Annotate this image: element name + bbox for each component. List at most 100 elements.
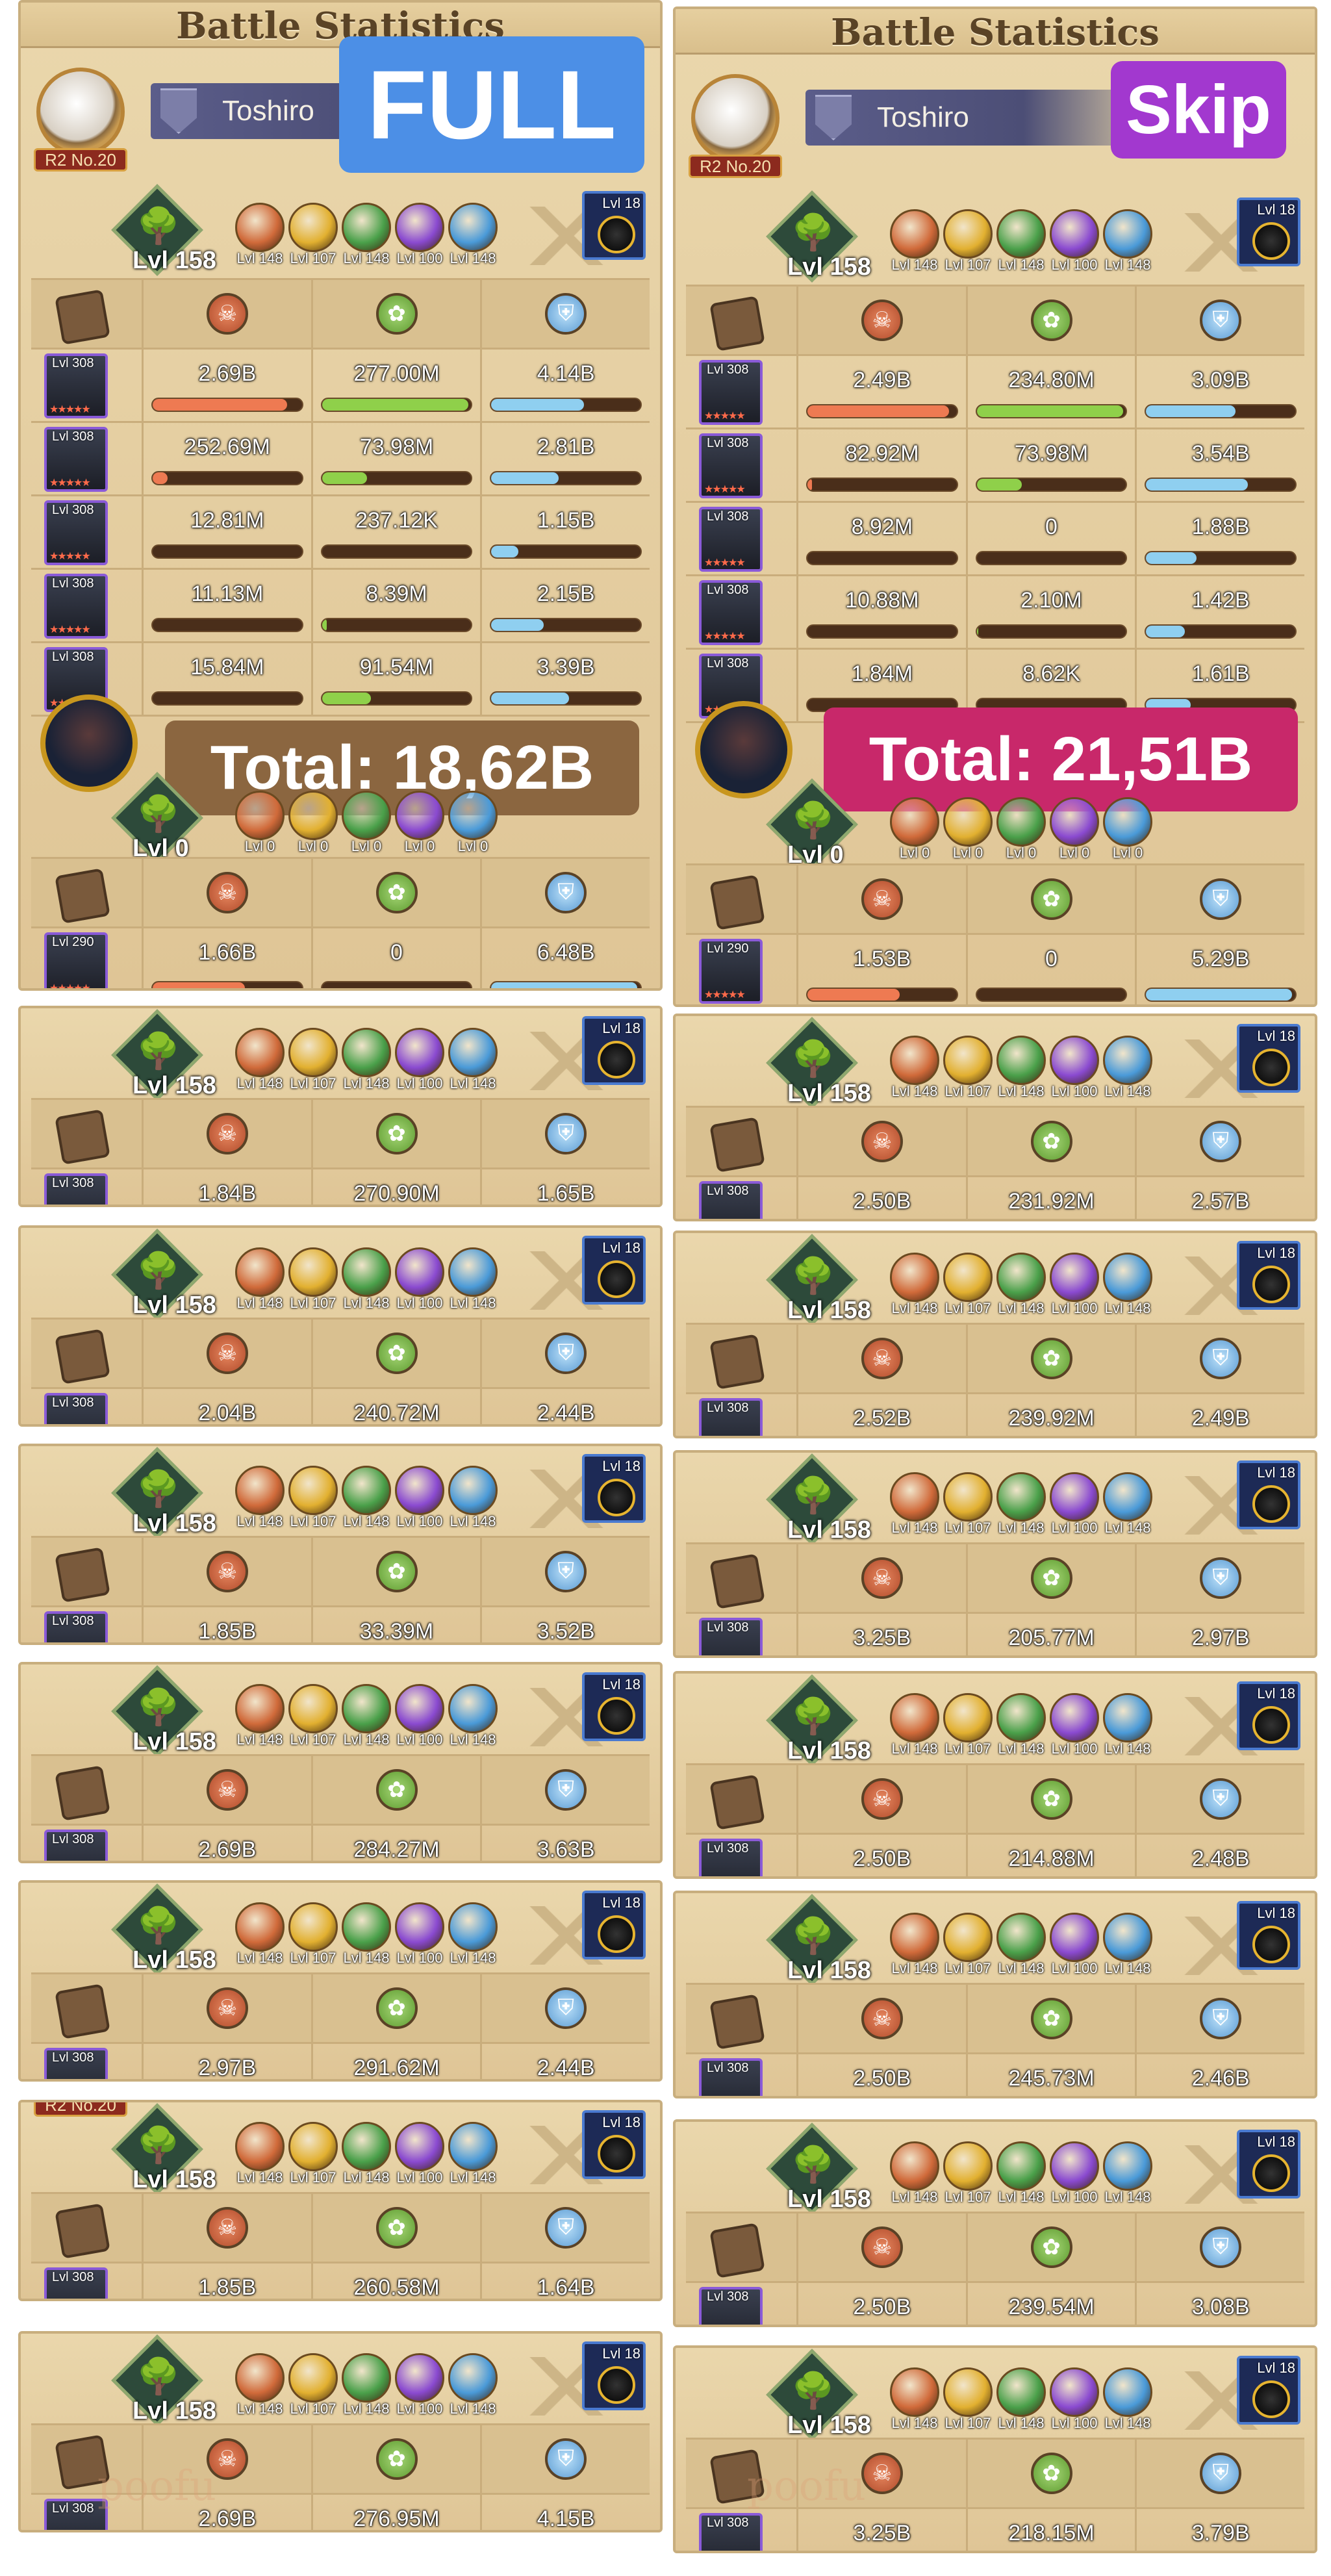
beast-portrait[interactable]: Lvl 18	[582, 1672, 646, 1741]
hero-portrait[interactable]: Lvl 308★★★★★	[44, 1173, 108, 1205]
hero-portrait[interactable]: Lvl 308★★★★★	[699, 2513, 763, 2551]
hero-portrait[interactable]: Lvl 308★★★★★	[44, 1830, 108, 1861]
beast-portrait[interactable]: Lvl 18	[582, 2110, 646, 2179]
stat-glyph: ⛨	[557, 1340, 574, 1365]
stat-header-cell: ☠	[796, 1108, 966, 1175]
hero-portrait[interactable]: Lvl 308★★★★★	[44, 1611, 108, 1642]
hero-level: Lvl 308	[52, 429, 94, 444]
orb-level: Lvl 148	[343, 250, 390, 266]
hero-portrait[interactable]: Lvl 308★★★★★	[699, 1618, 763, 1655]
stat-header-cell: ✿	[965, 865, 1135, 933]
element-orb-icon: Lvl 100	[1050, 1036, 1099, 1099]
tree-icon: 🌳	[791, 2371, 835, 2410]
beast-portrait[interactable]: Lvl 18	[582, 1454, 646, 1523]
stat-glyph: ⛨	[1212, 307, 1229, 332]
hero-portrait[interactable]: Lvl 308★★★★★	[699, 2058, 763, 2096]
orb-level: Lvl 107	[944, 1300, 991, 1316]
hero-portrait[interactable]: Lvl 290 ★★★★★	[699, 939, 763, 1004]
element-orb-icon: Lvl 0	[890, 797, 939, 861]
hero-portrait[interactable]: Lvl 308★★★★★	[44, 2267, 108, 2299]
damage-taken-value: 4.14B	[537, 361, 595, 386]
stat-cell: 2.44B	[480, 1389, 650, 1424]
hero-stat-row: Lvl 308★★★★★ 1.85B 260.58M 1.64B	[31, 2264, 650, 2299]
enemy-avatar[interactable]	[695, 701, 792, 798]
shield-icon: ⛨	[545, 1987, 587, 2029]
scroll-cell	[686, 1108, 796, 1175]
stat-cell: 1.15B	[480, 496, 650, 568]
scroll-icon	[55, 289, 110, 345]
orb-level: Lvl 107	[290, 1731, 336, 1748]
team-row: 🌳 Lvl 158 Lvl 148 Lvl 107 Lvl 148 Lvl 100 Lvl …	[21, 1009, 660, 1107]
element-orb-icon: Lvl 100	[1050, 2367, 1099, 2431]
hero-portrait[interactable]: Lvl 308★★★★★	[699, 1398, 763, 1436]
beast-portrait[interactable]: Lvl 18	[1237, 1024, 1300, 1093]
element-orb-icon: Lvl 148	[342, 1684, 391, 1748]
beast-portrait[interactable]: Lvl 18	[1237, 2130, 1300, 2199]
hero-portrait[interactable]: Lvl 308★★★★★	[699, 1839, 763, 1876]
beast-portrait[interactable]: Lvl 18	[582, 2341, 646, 2410]
hero-portrait[interactable]: Lvl 308★★★★★	[699, 360, 763, 425]
orb-level: Lvl 0	[952, 845, 983, 861]
element-orb-icon: Lvl 107	[943, 1472, 993, 1536]
hero-portrait[interactable]: Lvl 308★★★★★	[44, 353, 108, 418]
run-panel: 🌳 Lvl 158 Lvl 148 Lvl 107 Lvl 148 Lvl 100 Lvl …	[673, 1450, 1317, 1658]
orb-level: Lvl 148	[998, 1083, 1045, 1099]
hero-level: Lvl 308	[52, 2501, 94, 2516]
enemy-avatar[interactable]	[40, 695, 138, 792]
orb-level: Lvl 107	[944, 1960, 991, 1976]
orb-level: Lvl 148	[1104, 1960, 1151, 1976]
stat-glyph: ✿	[1042, 1787, 1061, 1811]
element-orb-icon: Lvl 148	[1103, 1036, 1152, 1099]
scroll-cell	[686, 287, 796, 354]
element-orb-icon: Lvl 148	[342, 2353, 391, 2417]
hero-cell: Lvl 308 ★★★★★	[31, 350, 142, 421]
hero-level: Lvl 308	[52, 650, 94, 664]
hero-portrait[interactable]: Lvl 308★★★★★	[44, 2048, 108, 2079]
beast-portrait[interactable]: Lvl 18	[1237, 1460, 1300, 1529]
damage-taken-bar-fill	[491, 399, 584, 411]
beast-portrait[interactable]: Lvl 18	[582, 1236, 646, 1305]
enemy-section: Total: 18,62B 🌳 Lvl 0 Lvl 0 Lvl 0 Lvl 0 Lvl 0L…	[21, 682, 660, 988]
element-orb-icon: Lvl 148	[448, 1028, 498, 1091]
hero-portrait[interactable]: Lvl 308★★★★★	[699, 1181, 763, 1219]
orb-level: Lvl 100	[396, 1950, 443, 1966]
hero-portrait[interactable]: Lvl 308★★★★★	[699, 580, 763, 645]
hero-stars: ★★★★★	[704, 631, 746, 642]
damage-value: 8.92M	[851, 515, 913, 539]
element-orbs: Lvl 148 Lvl 107 Lvl 148 Lvl 100 Lvl 148	[890, 209, 1152, 273]
healing-value: 73.98M	[359, 435, 434, 459]
healing-value: 239.54M	[1008, 2295, 1095, 2319]
heal-leaf-icon: ✿	[375, 1551, 418, 1592]
beast-portrait[interactable]: Lvl 18	[1237, 1681, 1300, 1750]
healing-bar-fill	[322, 619, 327, 631]
damage-taken-value: 2.81B	[537, 435, 595, 459]
hero-portrait[interactable]: Lvl 308★★★★★	[699, 433, 763, 498]
beast-portrait[interactable]: Lvl 18	[1237, 198, 1300, 266]
damage-value: 11.13M	[191, 581, 264, 606]
orb-level: Lvl 148	[236, 1950, 283, 1966]
stat-glyph: ☠	[217, 1341, 238, 1366]
hero-portrait[interactable]: Lvl 308★★★★★	[44, 574, 108, 639]
beast-portrait[interactable]: Lvl 18	[1237, 1241, 1300, 1310]
hero-portrait[interactable]: Lvl 308★★★★★	[44, 427, 108, 492]
run-panel: R2 No.20 🌳 Lvl 158 Lvl 148 Lvl 107 Lvl 148 Lvl…	[18, 2100, 663, 2301]
beast-portrait[interactable]: Lvl 18	[582, 1016, 646, 1085]
hero-portrait[interactable]: Lvl 308★★★★★	[699, 507, 763, 572]
beast-portrait[interactable]: Lvl 18	[1237, 1901, 1300, 1970]
hero-portrait[interactable]: Lvl 308★★★★★	[44, 500, 108, 565]
run-panel: 🌳 Lvl 158 Lvl 148 Lvl 107 Lvl 148 Lvl 100 Lvl …	[673, 2119, 1317, 2327]
player-avatar[interactable]	[36, 68, 125, 156]
damage-taken-bar-fill	[491, 982, 638, 988]
orb-level: Lvl 148	[343, 1075, 390, 1091]
player-avatar[interactable]	[691, 74, 780, 162]
hero-portrait[interactable]: Lvl 308★★★★★	[699, 2287, 763, 2325]
beast-portrait[interactable]: Lvl 18	[582, 191, 646, 260]
element-orb-icon: Lvl 100	[1050, 1253, 1099, 1316]
hero-portrait[interactable]: Lvl 308★★★★★	[44, 1393, 108, 1424]
hero-portrait[interactable]: Lvl 290 ★★★★★	[44, 932, 108, 988]
beast-portrait[interactable]: Lvl 18	[1237, 2356, 1300, 2425]
element-orb-icon: Lvl 148	[235, 1247, 285, 1311]
beast-portrait[interactable]: Lvl 18	[582, 1891, 646, 1959]
hero-stars: ★★★★★	[49, 551, 91, 562]
element-orb-icon: Lvl 148	[448, 1247, 498, 1311]
